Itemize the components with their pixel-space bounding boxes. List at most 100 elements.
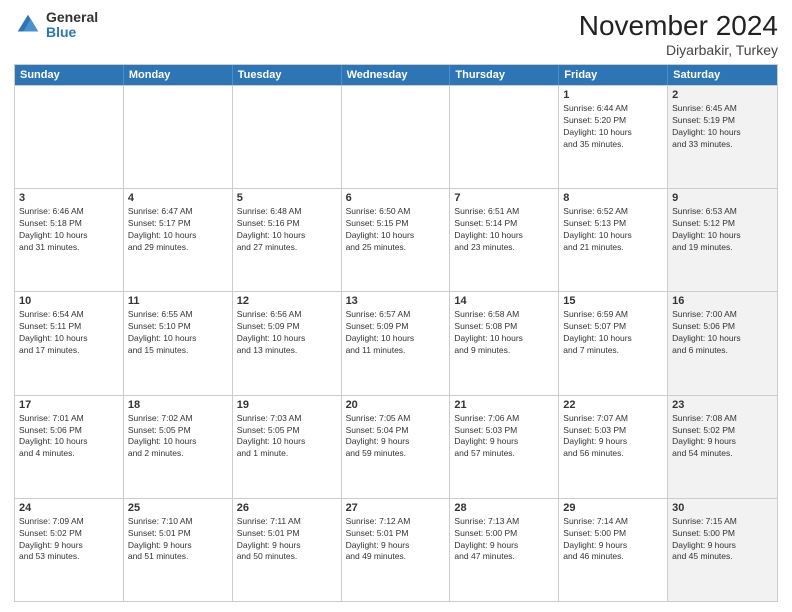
logo-general: General: [46, 10, 98, 25]
cell-info: Sunrise: 6:48 AM Sunset: 5:16 PM Dayligh…: [237, 206, 337, 254]
day-number: 15: [563, 295, 663, 307]
calendar-cell-empty-0: [15, 86, 124, 188]
cell-info: Sunrise: 6:59 AM Sunset: 5:07 PM Dayligh…: [563, 309, 663, 357]
cell-info: Sunrise: 7:15 AM Sunset: 5:00 PM Dayligh…: [672, 516, 773, 564]
calendar-cell-1: 1 Sunrise: 6:44 AM Sunset: 5:20 PM Daylig…: [559, 86, 668, 188]
day-number: 11: [128, 295, 228, 307]
cell-info: Sunrise: 6:51 AM Sunset: 5:14 PM Dayligh…: [454, 206, 554, 254]
header: General Blue November 2024 Diyarbakir, T…: [14, 10, 778, 58]
calendar-row-4: 24 Sunrise: 7:09 AM Sunset: 5:02 PM Dayli…: [15, 498, 777, 601]
logo-blue: Blue: [46, 25, 98, 40]
calendar-row-1: 3 Sunrise: 6:46 AM Sunset: 5:18 PM Daylig…: [15, 188, 777, 291]
calendar-cell-26: 26 Sunrise: 7:11 AM Sunset: 5:01 PM Dayli…: [233, 499, 342, 601]
calendar-row-2: 10Sunrise: 6:54 AM Sunset: 5:11 PM Dayli…: [15, 291, 777, 394]
cell-info: Sunrise: 7:00 AM Sunset: 5:06 PM Dayligh…: [672, 309, 773, 357]
calendar-row-3: 17 Sunrise: 7:01 AM Sunset: 5:06 PM Dayli…: [15, 395, 777, 498]
calendar-cell-28: 28 Sunrise: 7:13 AM Sunset: 5:00 PM Dayli…: [450, 499, 559, 601]
day-number: 3: [19, 192, 119, 204]
day-number: 10: [19, 295, 119, 307]
calendar-cell-22: 22 Sunrise: 7:07 AM Sunset: 5:03 PM Dayli…: [559, 396, 668, 498]
calendar-cell-27: 27 Sunrise: 7:12 AM Sunset: 5:01 PM Dayli…: [342, 499, 451, 601]
cell-info: Sunrise: 6:55 AM Sunset: 5:10 PM Dayligh…: [128, 309, 228, 357]
day-number: 12: [237, 295, 337, 307]
calendar-cell-16: 16 Sunrise: 7:00 AM Sunset: 5:06 PM Dayli…: [668, 292, 777, 394]
day-number: 19: [237, 399, 337, 411]
cell-info: Sunrise: 6:57 AM Sunset: 5:09 PM Dayligh…: [346, 309, 446, 357]
cell-info: Sunrise: 6:52 AM Sunset: 5:13 PM Dayligh…: [563, 206, 663, 254]
cell-info: Sunrise: 7:09 AM Sunset: 5:02 PM Dayligh…: [19, 516, 119, 564]
calendar-cell-23: 23Sunrise: 7:08 AM Sunset: 5:02 PM Dayli…: [668, 396, 777, 498]
title-block: November 2024 Diyarbakir, Turkey: [579, 10, 778, 58]
day-number: 14: [454, 295, 554, 307]
cell-info: Sunrise: 6:58 AM Sunset: 5:08 PM Dayligh…: [454, 309, 554, 357]
cell-info: Sunrise: 7:05 AM Sunset: 5:04 PM Dayligh…: [346, 413, 446, 461]
day-number: 24: [19, 502, 119, 514]
day-number: 16: [672, 295, 773, 307]
calendar-cell-29: 29Sunrise: 7:14 AM Sunset: 5:00 PM Dayli…: [559, 499, 668, 601]
header-cell-saturday: Saturday: [668, 65, 777, 85]
calendar-cell-19: 19 Sunrise: 7:03 AM Sunset: 5:05 PM Dayli…: [233, 396, 342, 498]
calendar-cell-24: 24 Sunrise: 7:09 AM Sunset: 5:02 PM Dayli…: [15, 499, 124, 601]
calendar-cell-20: 20 Sunrise: 7:05 AM Sunset: 5:04 PM Dayli…: [342, 396, 451, 498]
cell-info: Sunrise: 7:13 AM Sunset: 5:00 PM Dayligh…: [454, 516, 554, 564]
day-number: 20: [346, 399, 446, 411]
day-number: 1: [563, 89, 663, 101]
cell-info: Sunrise: 7:14 AM Sunset: 5:00 PM Dayligh…: [563, 516, 663, 564]
cell-info: Sunrise: 6:56 AM Sunset: 5:09 PM Dayligh…: [237, 309, 337, 357]
calendar-cell-empty-2: [233, 86, 342, 188]
calendar-cell-empty-3: [342, 86, 451, 188]
calendar-cell-2: 2Sunrise: 6:45 AM Sunset: 5:19 PM Daylig…: [668, 86, 777, 188]
calendar-cell-21: 21 Sunrise: 7:06 AM Sunset: 5:03 PM Dayli…: [450, 396, 559, 498]
calendar-cell-25: 25 Sunrise: 7:10 AM Sunset: 5:01 PM Dayli…: [124, 499, 233, 601]
header-cell-friday: Friday: [559, 65, 668, 85]
cell-info: Sunrise: 7:07 AM Sunset: 5:03 PM Dayligh…: [563, 413, 663, 461]
day-number: 8: [563, 192, 663, 204]
calendar-cell-3: 3 Sunrise: 6:46 AM Sunset: 5:18 PM Daylig…: [15, 189, 124, 291]
cell-info: Sunrise: 6:44 AM Sunset: 5:20 PM Dayligh…: [563, 103, 663, 151]
day-number: 30: [672, 502, 773, 514]
calendar-cell-14: 14 Sunrise: 6:58 AM Sunset: 5:08 PM Dayli…: [450, 292, 559, 394]
calendar-cell-empty-1: [124, 86, 233, 188]
header-cell-thursday: Thursday: [450, 65, 559, 85]
logo: General Blue: [14, 10, 98, 41]
cell-info: Sunrise: 7:12 AM Sunset: 5:01 PM Dayligh…: [346, 516, 446, 564]
calendar-cell-17: 17 Sunrise: 7:01 AM Sunset: 5:06 PM Dayli…: [15, 396, 124, 498]
calendar-body: 1 Sunrise: 6:44 AM Sunset: 5:20 PM Daylig…: [15, 85, 777, 601]
calendar-row-0: 1 Sunrise: 6:44 AM Sunset: 5:20 PM Daylig…: [15, 85, 777, 188]
day-number: 28: [454, 502, 554, 514]
day-number: 21: [454, 399, 554, 411]
calendar-cell-13: 13 Sunrise: 6:57 AM Sunset: 5:09 PM Dayli…: [342, 292, 451, 394]
location: Diyarbakir, Turkey: [579, 42, 778, 58]
day-number: 22: [563, 399, 663, 411]
day-number: 6: [346, 192, 446, 204]
cell-info: Sunrise: 7:11 AM Sunset: 5:01 PM Dayligh…: [237, 516, 337, 564]
cell-info: Sunrise: 7:06 AM Sunset: 5:03 PM Dayligh…: [454, 413, 554, 461]
cell-info: Sunrise: 6:46 AM Sunset: 5:18 PM Dayligh…: [19, 206, 119, 254]
cell-info: Sunrise: 7:01 AM Sunset: 5:06 PM Dayligh…: [19, 413, 119, 461]
day-number: 25: [128, 502, 228, 514]
day-number: 27: [346, 502, 446, 514]
calendar-cell-4: 4 Sunrise: 6:47 AM Sunset: 5:17 PM Daylig…: [124, 189, 233, 291]
logo-icon: [14, 11, 42, 39]
day-number: 4: [128, 192, 228, 204]
header-cell-sunday: Sunday: [15, 65, 124, 85]
day-number: 17: [19, 399, 119, 411]
day-number: 2: [672, 89, 773, 101]
logo-text: General Blue: [46, 10, 98, 41]
day-number: 26: [237, 502, 337, 514]
cell-info: Sunrise: 6:47 AM Sunset: 5:17 PM Dayligh…: [128, 206, 228, 254]
header-cell-wednesday: Wednesday: [342, 65, 451, 85]
cell-info: Sunrise: 7:10 AM Sunset: 5:01 PM Dayligh…: [128, 516, 228, 564]
calendar-cell-5: 5 Sunrise: 6:48 AM Sunset: 5:16 PM Daylig…: [233, 189, 342, 291]
calendar-cell-11: 11 Sunrise: 6:55 AM Sunset: 5:10 PM Dayli…: [124, 292, 233, 394]
calendar-cell-6: 6Sunrise: 6:50 AM Sunset: 5:15 PM Daylig…: [342, 189, 451, 291]
month-title: November 2024: [579, 10, 778, 42]
calendar-cell-7: 7Sunrise: 6:51 AM Sunset: 5:14 PM Daylig…: [450, 189, 559, 291]
cell-info: Sunrise: 7:03 AM Sunset: 5:05 PM Dayligh…: [237, 413, 337, 461]
day-number: 5: [237, 192, 337, 204]
day-number: 13: [346, 295, 446, 307]
day-number: 23: [672, 399, 773, 411]
calendar-cell-30: 30 Sunrise: 7:15 AM Sunset: 5:00 PM Dayli…: [668, 499, 777, 601]
calendar-cell-empty-4: [450, 86, 559, 188]
calendar-cell-8: 8 Sunrise: 6:52 AM Sunset: 5:13 PM Daylig…: [559, 189, 668, 291]
